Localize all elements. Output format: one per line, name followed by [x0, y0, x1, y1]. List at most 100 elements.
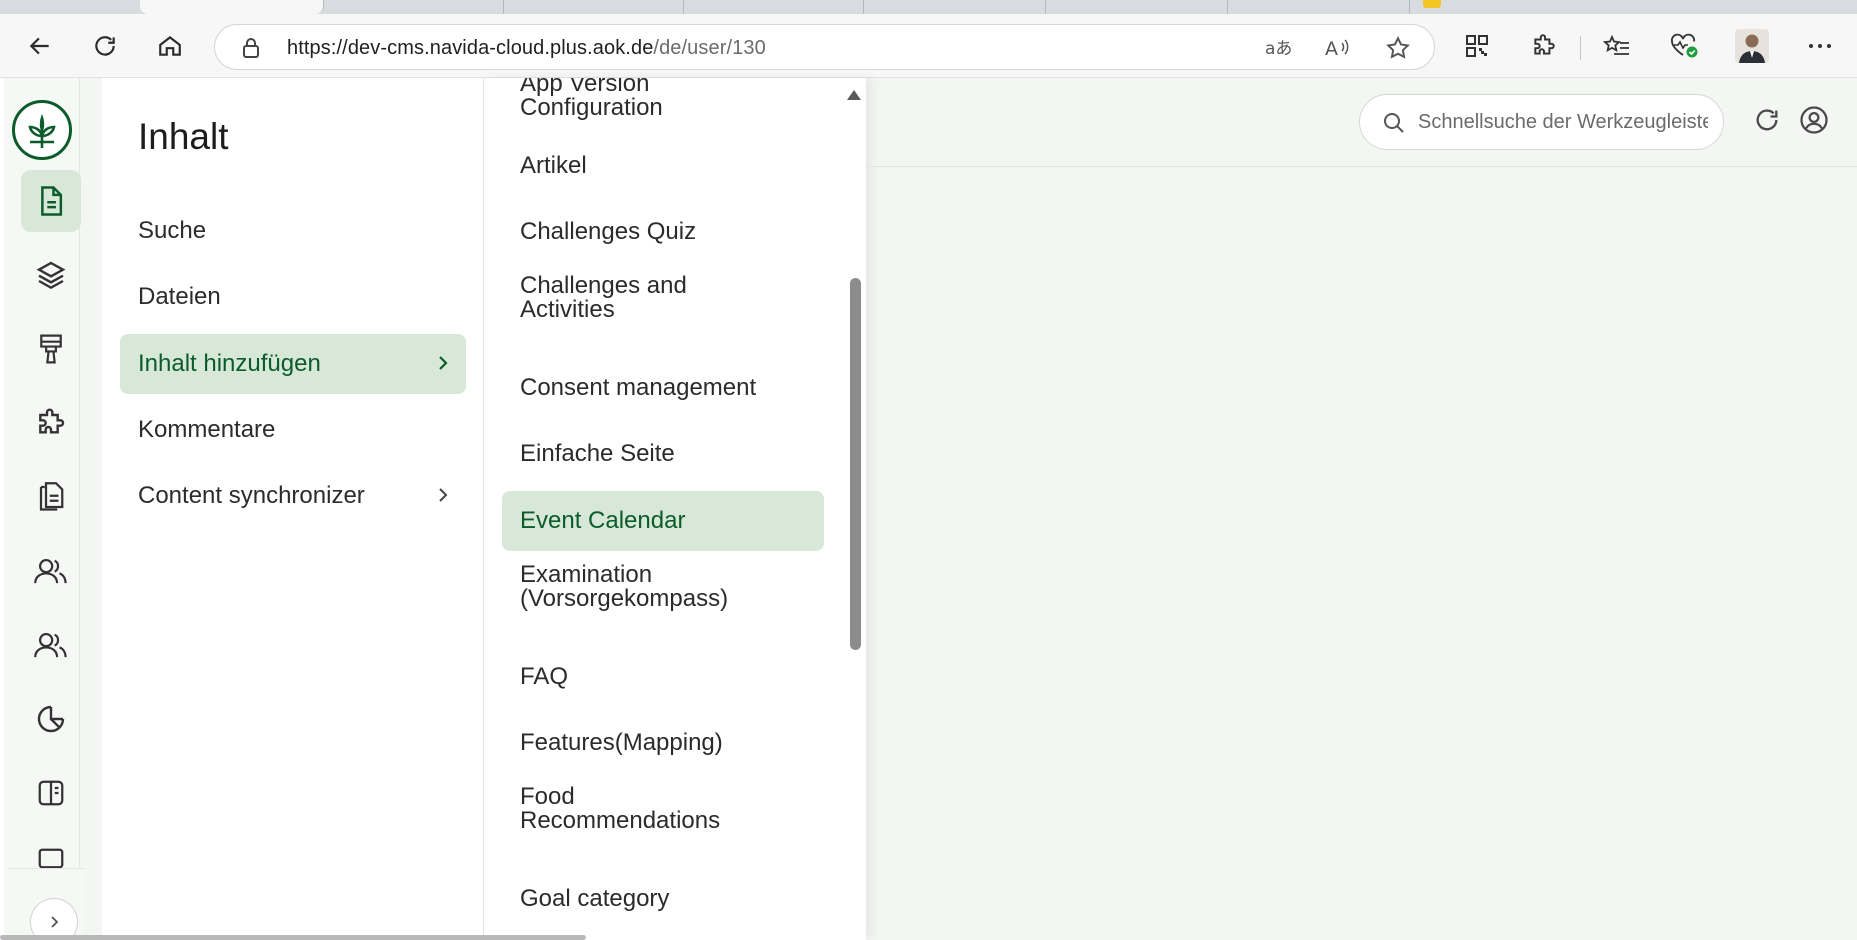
- browser-tab[interactable]: [864, 0, 1046, 14]
- content-type-einfache-seite[interactable]: Einfache Seite: [502, 424, 824, 484]
- aok-logo[interactable]: [12, 100, 72, 160]
- rail-item-appearance[interactable]: [21, 318, 81, 380]
- favorite-button[interactable]: [1383, 33, 1413, 63]
- menu-item-label: Suche: [138, 217, 207, 244]
- document-icon: [41, 186, 63, 216]
- vertical-scrollbar-thumb[interactable]: [850, 278, 861, 650]
- content-type-label: App Version Configuration: [520, 78, 663, 121]
- browser-tab-strip: [0, 0, 1857, 14]
- back-button[interactable]: [20, 26, 60, 66]
- browser-tab[interactable]: [324, 0, 504, 14]
- heart-pulse-icon: [1671, 33, 1698, 58]
- rail-item-people[interactable]: [21, 540, 81, 602]
- address-bar[interactable]: https://dev-cms.navida-cloud.plus.aok.de…: [214, 24, 1435, 70]
- url-path: /de/user/130: [653, 37, 766, 59]
- content-type-challenges-and-activities[interactable]: Challenges and Activities: [502, 268, 742, 328]
- menu-item-search[interactable]: Suche: [120, 201, 466, 261]
- content-type-consent-management[interactable]: Consent management: [502, 358, 824, 418]
- layout-icon: [38, 780, 64, 806]
- rail-item-extend[interactable]: [21, 392, 81, 454]
- reload-button[interactable]: [85, 26, 125, 66]
- puzzle-icon: [1534, 34, 1555, 55]
- menu-item-comments[interactable]: Kommentare: [120, 400, 466, 460]
- user-account-button[interactable]: [1794, 100, 1834, 140]
- content-type-label: Artikel: [520, 152, 587, 179]
- toolbar-divider: [1580, 36, 1581, 60]
- arrow-left-icon: [29, 37, 49, 55]
- content-type-label: Einfache Seite: [520, 440, 675, 467]
- chevron-right-icon: [439, 488, 448, 502]
- menu-item-content-synchronizer[interactable]: Content synchronizer: [120, 466, 466, 526]
- content-types-panel: App Version Configuration Artikel Challe…: [484, 78, 866, 940]
- browser-tab[interactable]: [504, 0, 684, 14]
- content-type-examination[interactable]: Examination (Vorsorgekompass): [502, 557, 762, 617]
- home-icon: [159, 35, 181, 56]
- content-type-faq[interactable]: FAQ: [502, 647, 824, 707]
- pages-icon: [39, 482, 64, 511]
- groups-icon: [34, 632, 67, 658]
- content-type-event-calendar[interactable]: Event Calendar: [502, 491, 824, 551]
- more-menu-button[interactable]: [1800, 26, 1840, 66]
- browser-tab-active[interactable]: [140, 0, 324, 14]
- avatar-icon: [1735, 29, 1769, 63]
- favorites-button[interactable]: [1597, 26, 1637, 66]
- menu-item-label: Kommentare: [138, 416, 276, 443]
- users-icon: [34, 558, 67, 584]
- layers-icon: [36, 261, 66, 290]
- browser-tab[interactable]: [1046, 0, 1228, 14]
- content-type-food-recommendations[interactable]: Food Recommendations: [502, 779, 742, 839]
- user-circle-icon: [1800, 106, 1828, 134]
- extensions-button[interactable]: [1524, 26, 1564, 66]
- content-type-label: Challenges and Activities: [520, 272, 687, 323]
- translate-icon: aあ: [1265, 39, 1291, 59]
- refresh-icon: [1756, 109, 1778, 131]
- toolbar-quick-search[interactable]: [1359, 94, 1724, 150]
- cms-app: Inhalt Suche Dateien Inhalt hinzufügen K…: [0, 78, 1857, 940]
- translate-button[interactable]: aあ: [1263, 33, 1293, 63]
- svg-text:aあ: aあ: [1265, 39, 1291, 59]
- chevron-right-icon: [439, 356, 448, 370]
- content-type-label: Examination (Vorsorgekompass): [520, 561, 729, 612]
- chevron-right-icon: [51, 916, 59, 928]
- content-type-label: Event Calendar: [520, 507, 686, 534]
- svg-text:A: A: [1325, 38, 1338, 59]
- qr-code-button[interactable]: [1457, 26, 1497, 66]
- read-aloud-button[interactable]: A: [1323, 33, 1353, 63]
- content-type-challenges-quiz[interactable]: Challenges Quiz: [502, 202, 824, 262]
- content-type-label: Challenges Quiz: [520, 218, 697, 245]
- scroll-up-arrow[interactable]: [847, 90, 861, 100]
- horizontal-scrollbar-thumb[interactable]: [0, 935, 586, 940]
- rail-item-layout[interactable]: [21, 762, 81, 824]
- home-button[interactable]: [150, 26, 190, 66]
- browser-tab[interactable]: [1228, 0, 1410, 14]
- browser-tab[interactable]: [684, 0, 864, 14]
- expand-sidebar-button[interactable]: [30, 898, 78, 940]
- panel-title: Inhalt: [138, 116, 229, 157]
- content-type-artikel[interactable]: Artikel: [502, 136, 824, 196]
- quick-search-input[interactable]: [1418, 107, 1708, 137]
- rail-item-structure[interactable]: [21, 244, 81, 306]
- rail-item-pages[interactable]: [21, 466, 81, 528]
- content-type-goal-category[interactable]: Goal category: [502, 869, 824, 929]
- pie-chart-icon: [37, 705, 65, 733]
- rail-item-groups[interactable]: [21, 614, 81, 676]
- puzzle-icon: [39, 408, 65, 434]
- refresh-icon: [95, 36, 115, 56]
- health-button[interactable]: [1664, 26, 1704, 66]
- qr-code-icon: [1466, 35, 1488, 57]
- url-host: https://dev-cms.navida-cloud.plus.aok.de: [287, 37, 654, 59]
- rail-item-content[interactable]: [21, 170, 81, 232]
- profile-button[interactable]: [1732, 26, 1772, 66]
- content-type-features-mapping[interactable]: Features(Mapping): [502, 713, 824, 773]
- menu-item-files[interactable]: Dateien: [120, 267, 466, 327]
- tab-favicon: [1423, 0, 1441, 8]
- favorites-list-icon: [1603, 34, 1629, 55]
- rail-item-reports[interactable]: [21, 688, 81, 750]
- brush-icon: [40, 334, 62, 364]
- menu-item-add-content[interactable]: Inhalt hinzufügen: [120, 334, 466, 394]
- content-type-app-version-configuration[interactable]: App Version Configuration: [502, 78, 772, 126]
- star-icon: [1386, 36, 1410, 59]
- content-type-label: Consent management: [520, 374, 757, 401]
- content-type-label: Features(Mapping): [520, 729, 723, 756]
- reload-app-button[interactable]: [1747, 100, 1787, 140]
